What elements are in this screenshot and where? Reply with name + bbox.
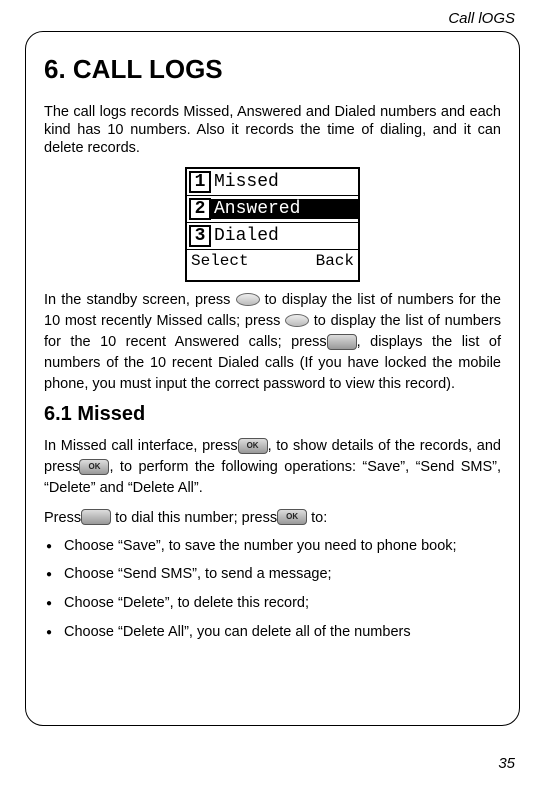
- menu-label-dialed: Dialed: [211, 226, 358, 246]
- send-button-icon: [327, 334, 357, 350]
- running-header: Call lOGS: [25, 10, 520, 27]
- text-seg: to dial this number; press: [111, 510, 277, 526]
- ok-button-icon: OK: [277, 509, 307, 525]
- intro-paragraph: The call logs records Missed, Answered a…: [44, 103, 501, 157]
- section-missed-title: 6.1 Missed: [44, 403, 501, 426]
- send-button-icon: [81, 509, 111, 525]
- list-item: Choose “Send SMS”, to send a message;: [46, 565, 501, 584]
- menu-num-1: 1: [189, 171, 211, 193]
- text-seg: Press: [44, 510, 81, 526]
- softkey-bar: Select Back: [187, 250, 358, 278]
- nav-button-icon: [285, 314, 309, 327]
- ok-button-icon: OK: [238, 438, 268, 454]
- menu-label-answered: Answered: [211, 199, 358, 219]
- softkey-left: Select: [191, 252, 249, 278]
- ok-button-icon: OK: [79, 459, 109, 475]
- page-number: 35: [498, 755, 515, 772]
- menu-row-missed: 1 Missed: [187, 169, 358, 196]
- text-seg: , to perform the following operations: “…: [44, 459, 501, 496]
- nav-button-icon: [236, 293, 260, 306]
- missed-paragraph-1: In Missed call interface, pressOK, to sh…: [44, 436, 501, 499]
- menu-num-2: 2: [189, 198, 211, 220]
- menu-row-answered: 2 Answered: [187, 196, 358, 223]
- phone-screenshot: 1 Missed 2 Answered 3 Dialed Select Back: [185, 167, 360, 282]
- menu-num-3: 3: [189, 225, 211, 247]
- softkey-right: Back: [316, 252, 354, 278]
- options-list: Choose “Save”, to save the number you ne…: [44, 537, 501, 642]
- list-item: Choose “Delete All”, you can delete all …: [46, 623, 501, 642]
- menu-row-dialed: 3 Dialed: [187, 223, 358, 250]
- list-item: Choose “Delete”, to delete this record;: [46, 594, 501, 613]
- page-frame: 6. CALL LOGS The call logs records Misse…: [25, 31, 520, 726]
- text-seg: In the standby screen, press: [44, 292, 236, 308]
- standby-paragraph: In the standby screen, press to display …: [44, 290, 501, 395]
- missed-paragraph-2: Press to dial this number; pressOK to:: [44, 508, 501, 529]
- text-seg: to:: [307, 510, 327, 526]
- chapter-title: 6. CALL LOGS: [44, 54, 501, 85]
- menu-label-missed: Missed: [211, 172, 358, 192]
- text-seg: In Missed call interface, press: [44, 438, 238, 454]
- list-item: Choose “Save”, to save the number you ne…: [46, 537, 501, 556]
